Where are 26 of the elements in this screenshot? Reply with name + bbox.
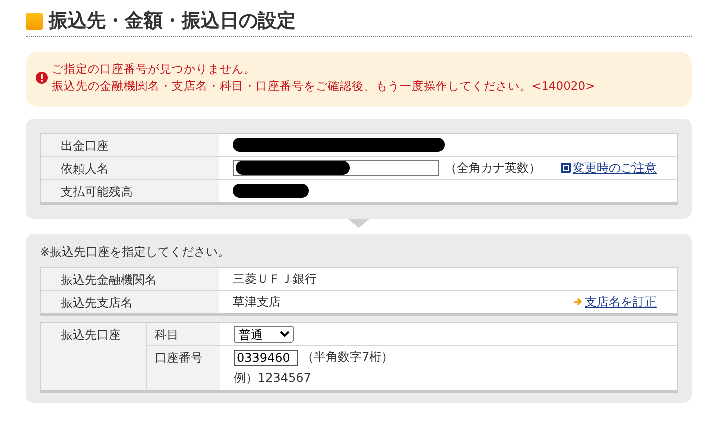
field-label: 振込先支店名 [41, 291, 219, 313]
error-icon [36, 72, 48, 84]
arrow-icon [573, 297, 583, 307]
instruction-text: ※振込先口座を指定してください。 [40, 244, 232, 261]
field-value: 草津支店 [233, 294, 281, 310]
field-value: 三菱ＵＦＪ銀行 [233, 270, 317, 288]
title-square-icon [26, 12, 43, 30]
input-hint: （全角カナ英数） [445, 160, 541, 176]
error-text: 振込先の金融機関名・支店名・科目・口座番号をご確認後、もう一度操作してください。<140020> [52, 78, 596, 95]
field-label: 振込先口座 [41, 323, 147, 390]
field-label: 口座番号 [147, 346, 220, 390]
field-label: 科目 [147, 323, 220, 345]
document-icon [561, 163, 571, 173]
correct-branch-link[interactable]: 支店名を訂正 [585, 294, 657, 310]
page-title: 振込先・金額・振込日の設定 [49, 9, 296, 34]
name-input-field[interactable] [233, 160, 439, 176]
field-label: 振込先金融機関名 [41, 268, 219, 290]
field-label: 依頼人名 [41, 157, 219, 179]
error-text: ご指定の口座番号が見つかりません。 [52, 61, 257, 78]
account-number-field[interactable]: 0339460 [234, 350, 298, 366]
field-label: 出金口座 [41, 134, 219, 156]
example-text: 例）1234567 [234, 370, 312, 387]
input-hint: （半角数字7桁） [302, 349, 394, 366]
caution-link[interactable]: 変更時のご注意 [573, 160, 657, 176]
account-type-select[interactable]: 普通 [234, 326, 294, 342]
field-label: 支払可能残高 [41, 180, 219, 202]
